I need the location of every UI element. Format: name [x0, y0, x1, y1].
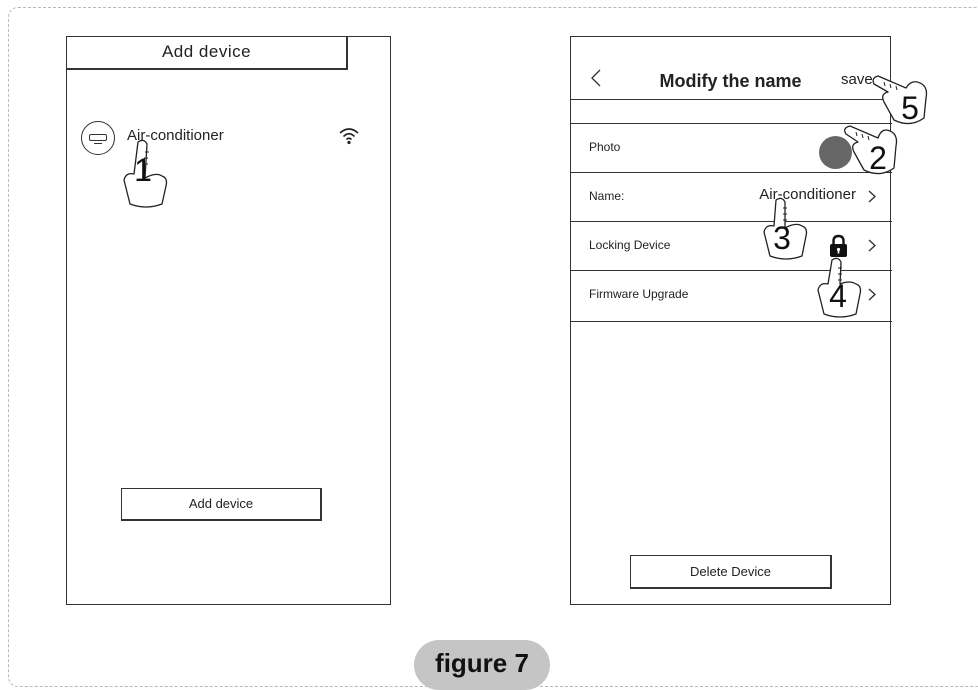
lock-icon — [830, 234, 847, 257]
delete-device-button[interactable]: Delete Device — [630, 555, 832, 589]
divider — [570, 99, 892, 100]
add-device-screen: Add device Air-conditioner Add device — [66, 36, 391, 605]
name-label: Name: — [589, 189, 625, 203]
save-button[interactable]: save — [841, 71, 873, 88]
wifi-icon — [339, 128, 359, 145]
step-1-pointer: 1 — [118, 138, 176, 210]
photo-label: Photo — [589, 140, 621, 154]
chevron-right-icon — [868, 239, 876, 252]
locking-device-label: Locking Device — [589, 238, 671, 252]
add-device-header: Add device — [66, 36, 348, 70]
figure-caption: figure 7 — [414, 640, 550, 690]
step-number: 5 — [901, 90, 919, 126]
modify-name-header: Modify the name save — [571, 37, 890, 99]
chevron-right-icon — [868, 288, 876, 301]
step-number: 1 — [134, 152, 152, 188]
chevron-right-icon — [868, 190, 876, 203]
step-4-pointer: 4 — [808, 257, 866, 330]
air-conditioner-icon — [81, 121, 115, 155]
step-5-pointer: 5 — [872, 70, 930, 142]
step-number: 2 — [869, 140, 887, 176]
add-device-button[interactable]: Add device — [121, 488, 322, 521]
step-number: 3 — [773, 220, 791, 256]
firmware-upgrade-label: Firmware Upgrade — [589, 287, 689, 301]
step-number: 4 — [829, 278, 847, 314]
